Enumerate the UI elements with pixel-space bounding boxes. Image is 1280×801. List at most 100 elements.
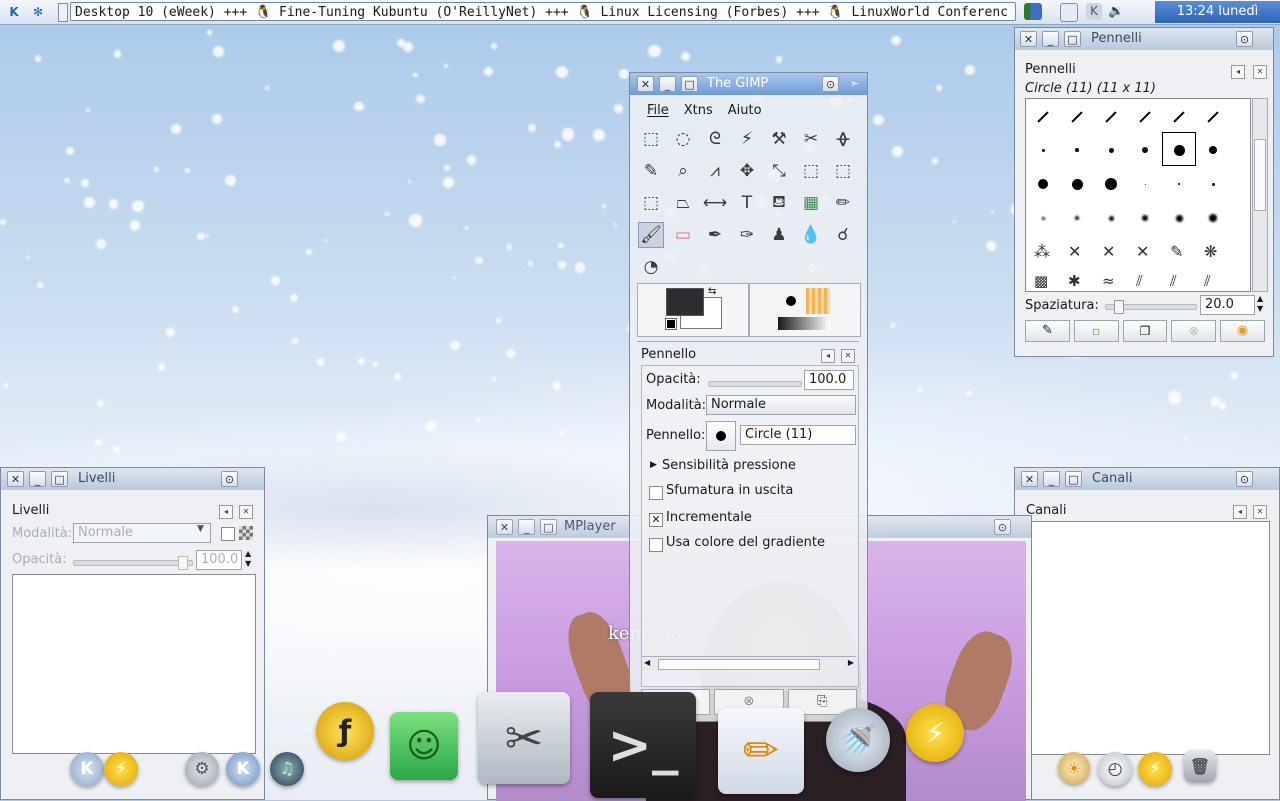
panel-menu-button[interactable]: ◂ <box>219 505 233 519</box>
maximize-button[interactable]: □ <box>681 76 698 92</box>
active-brush-icon[interactable] <box>786 296 796 306</box>
terminal-icon[interactable]: >_ <box>590 692 696 798</box>
brush-swatch[interactable] <box>1037 111 1049 123</box>
brush-swatch[interactable]: ✱ <box>1068 272 1081 290</box>
zoom-icon[interactable]: ⌕ <box>670 158 696 184</box>
panel-close-button[interactable]: ✕ <box>841 349 855 363</box>
menu-aiuto[interactable]: Aiuto <box>728 103 762 118</box>
brush-name-field[interactable]: Circle (11) <box>740 425 856 445</box>
brush-swatch[interactable] <box>1142 147 1148 153</box>
preserve-transparency-checkbox[interactable] <box>221 527 235 541</box>
finder-icon[interactable]: ☺ <box>390 712 458 780</box>
brush-swatch[interactable]: ❋ <box>1204 242 1217 261</box>
clock[interactable]: 13:24 lunedì <box>1155 1 1280 23</box>
perspective-icon[interactable]: ⏢ <box>670 190 696 216</box>
brush-swatch[interactable]: ▩ <box>1034 272 1048 290</box>
brush-swatch[interactable]: ✕ <box>1136 242 1149 261</box>
brush-swatch[interactable]: ≈ <box>1102 272 1115 290</box>
brush-swatch[interactable] <box>1144 183 1146 185</box>
brush-swatch[interactable] <box>1075 148 1079 152</box>
brush-preview-button[interactable] <box>706 421 736 451</box>
flash-icon[interactable]: ƒ <box>316 702 374 760</box>
brush-swatch[interactable] <box>1139 111 1151 123</box>
close-button[interactable]: ✕ <box>496 519 513 535</box>
brush-swatch[interactable]: ✕ <box>1102 242 1115 261</box>
trash-icon[interactable]: 🗑 <box>1184 750 1216 782</box>
panel-close-button[interactable]: ✕ <box>1253 65 1267 79</box>
maximize-button[interactable]: □ <box>51 471 68 487</box>
spacing-slider[interactable] <box>1105 300 1197 314</box>
move-icon[interactable]: ✥ <box>734 158 760 184</box>
kde-small-icon[interactable]: K <box>226 752 260 786</box>
new-brush-button[interactable]: ▫ <box>1073 320 1119 342</box>
kde-launcher-icon[interactable]: K <box>70 752 104 786</box>
amarok-icon[interactable]: ♫ <box>270 752 304 786</box>
paintbrush-icon[interactable]: 🖌 <box>638 222 664 248</box>
maximize-button[interactable]: □ <box>1064 31 1081 47</box>
color-select-icon[interactable]: ⚒ <box>766 126 792 152</box>
color-picker-icon[interactable]: ✎ <box>638 158 664 184</box>
mode-select[interactable]: Normale <box>73 523 211 543</box>
brush-swatch[interactable] <box>1041 148 1045 152</box>
brush-swatch[interactable]: ✕ <box>1068 242 1081 261</box>
close-button[interactable]: ✕ <box>7 471 24 487</box>
close-button[interactable]: ✕ <box>1020 31 1037 47</box>
weather-icon[interactable]: ☀ <box>1058 752 1090 784</box>
shear-icon[interactable]: ⬚ <box>638 190 664 216</box>
ink-icon[interactable]: ✑ <box>734 222 760 248</box>
utilities-icon[interactable]: ✂ <box>478 692 570 784</box>
brush-swatch[interactable] <box>1108 215 1114 221</box>
brush-swatch[interactable]: ⫽ <box>1170 272 1177 290</box>
pencil-icon[interactable]: ✏ <box>830 190 856 216</box>
brush-swatch[interactable] <box>1142 215 1148 221</box>
minimize-button[interactable]: _ <box>29 471 46 487</box>
news-ticker[interactable]: Desktop 10 (eWeek) +++ 🐧 Fine-Tuning Kub… <box>70 2 1016 21</box>
spacing-input[interactable]: 20.0 <box>1200 295 1255 315</box>
expander-arrow-icon[interactable]: ▶ <box>650 460 657 470</box>
handle-icon[interactable] <box>58 3 68 22</box>
minimize-button[interactable]: _ <box>1043 471 1060 487</box>
brush-swatch[interactable] <box>1173 111 1185 123</box>
horizontal-scrollbar[interactable]: ◀ ▶ <box>642 656 856 671</box>
color-area[interactable]: ⇆ <box>637 283 749 337</box>
crop-icon[interactable]: ⤡ <box>766 158 792 184</box>
lasso-icon[interactable]: ᘓ <box>702 126 728 152</box>
brush-swatch[interactable] <box>1108 147 1114 153</box>
close-button[interactable]: ✕ <box>637 76 654 92</box>
clone-icon[interactable]: ♟ <box>766 222 792 248</box>
delete-brush-button[interactable]: ⊗ <box>1171 320 1217 342</box>
measure-icon[interactable]: ⩘ <box>702 158 728 184</box>
rotate-icon[interactable]: ⬚ <box>798 158 824 184</box>
brush-swatch[interactable]: ⫽ <box>1136 272 1143 290</box>
brush-swatch[interactable] <box>1211 182 1215 186</box>
text-icon[interactable]: T <box>734 190 760 216</box>
thunder-icon[interactable]: ⚡ <box>104 752 138 786</box>
swap-colors-icon[interactable]: ⇆ <box>708 286 716 297</box>
edit-brush-button[interactable]: ✎ <box>1025 320 1070 342</box>
panel-menu-button[interactable]: ◂ <box>1233 505 1247 519</box>
pager-icon[interactable] <box>1024 3 1042 20</box>
faucet-icon[interactable]: 🚿 <box>826 708 890 772</box>
opacity-spinner[interactable]: ▲ ▼ <box>245 549 251 569</box>
brush-swatch[interactable] <box>1038 179 1048 189</box>
sticky-button[interactable]: ⊙ <box>1236 31 1253 47</box>
sticky-button[interactable]: ⊙ <box>221 471 238 487</box>
clock-icon[interactable]: ◴ <box>1098 752 1132 786</box>
paths-icon[interactable]: ᚖ <box>830 126 856 152</box>
tools-icon[interactable]: ⚙ <box>185 752 219 786</box>
brush-swatch[interactable] <box>1105 178 1117 190</box>
brush-swatch[interactable] <box>1041 216 1045 220</box>
desktop-icon[interactable] <box>1060 3 1078 22</box>
bucket-fill-icon[interactable]: ⛾ <box>766 190 792 216</box>
snowflake-icon[interactable]: ✻ <box>26 2 50 22</box>
panel-close-button[interactable]: ✕ <box>239 505 253 519</box>
brush-swatch[interactable] <box>1209 146 1217 154</box>
refresh-brushes-button[interactable]: ◉ <box>1220 320 1265 342</box>
panel-menu-button[interactable]: ◂ <box>1231 65 1245 79</box>
eraser-icon[interactable]: ▭ <box>670 222 696 248</box>
minimize-button[interactable]: _ <box>1042 31 1059 47</box>
brush-pattern-gradient-area[interactable] <box>749 283 861 337</box>
ellipse-select-icon[interactable]: ◌ <box>670 126 696 152</box>
sticky-button[interactable]: ⊙ <box>822 76 839 92</box>
opacity-input[interactable]: 100.0 <box>804 370 854 390</box>
